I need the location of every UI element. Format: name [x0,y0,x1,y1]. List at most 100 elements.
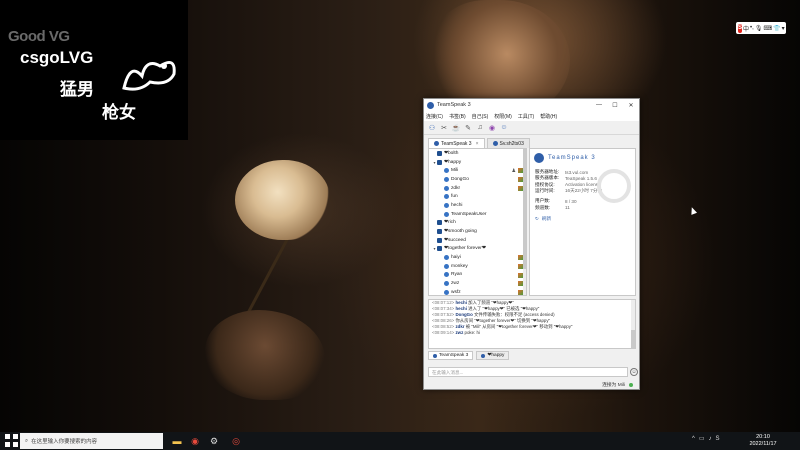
taskbar-search[interactable]: ⌕ 在这里输入你要搜索的内容 [20,433,163,449]
user-row[interactable]: zdkr [429,184,526,193]
info-value: Activation license [565,182,601,188]
disconnect-icon[interactable]: ✂ [439,123,449,133]
status-text: 连接为 Mili [602,383,625,388]
chat-tab-channel[interactable]: ❤happy [476,351,510,360]
chat-nick[interactable]: zdkr [455,324,464,329]
menu-item-0[interactable]: 连接(C) [426,113,443,120]
settings-icon[interactable]: ⚙ [208,435,220,447]
channel-icon [437,229,442,235]
minimize-button[interactable]: — [591,99,607,111]
channel-row[interactable]: ❤rich [429,219,526,228]
chat-tab-server[interactable]: TeamSpeak 3 [428,351,474,360]
tree-label: monkey [451,263,468,269]
mute-speaker-icon[interactable]: ♫ [475,123,485,133]
ime-toolbar[interactable]: S 中 •, 🎙 ⌨ 👕 ▾ [736,22,786,34]
chat-nick[interactable]: hechi [455,300,466,305]
user-row[interactable]: DongGo [429,175,526,184]
file-explorer-icon[interactable]: ▬ [171,435,183,447]
user-row[interactable]: Ryan [429,271,526,280]
start-button[interactable] [5,434,19,448]
contacts-icon[interactable]: ☺ [499,123,509,133]
logo-cn-left: 猛男 [60,80,94,100]
title-bar[interactable]: TeamSpeak 3 — ☐ ✕ [424,99,639,111]
obs-icon[interactable]: ◎ [230,435,242,447]
chat-scrollbar[interactable] [631,300,635,348]
toolbar: ⚇ ✂ ☕ ✎ ♫ ◉ ☺ [424,121,639,135]
user-row[interactable]: zwz [429,279,526,288]
network-icon[interactable]: ▭ [699,435,705,442]
ime-menu-icon[interactable]: ▾ [782,25,785,32]
channel-tab-icon [481,353,486,358]
info-key: 用户数: [535,198,551,204]
menu-item-5[interactable]: 帮助(H) [540,113,557,120]
refresh-link[interactable]: ↻ 刷新 [530,216,635,222]
tree-label: haiyi [451,255,461,261]
channel-row[interactable]: ❤bolth [429,149,526,158]
subscribe-icon[interactable]: ◉ [487,123,497,133]
chat-nick[interactable]: DongGo [455,312,472,317]
tree-label: ❤bolth [444,150,459,156]
menu-item-1[interactable]: 书签(B) [449,113,466,120]
punctuation-icon[interactable]: •, [750,25,754,31]
status-bar: 连接为 Mili [424,380,639,389]
server-icon [534,153,544,163]
server-tab-icon [434,141,439,146]
server-info-panel: TeamSpeak 3 服务器地址: ts3.vul.com 服务器版本: TeaSp… [529,148,636,296]
user-row[interactable]: TeamSpeakUser [429,210,526,219]
chat-tab-label: ❤happy [487,353,505,358]
chrome-icon[interactable]: ◉ [189,435,201,447]
chat-nick[interactable]: hechi [455,306,466,311]
mute-mic-icon[interactable]: ✎ [463,123,473,133]
away-icon[interactable]: ☕ [451,123,461,133]
user-row[interactable]: Mili ♟ [429,166,526,175]
tab-label: Sv.sh2ts03 [499,140,524,147]
volume-icon[interactable]: ♪ [709,436,712,442]
connect-icon[interactable]: ⚇ [427,123,437,133]
chat-time: <08:08:26> [432,318,455,324]
user-row[interactable]: wsfz [429,288,526,295]
skin-icon[interactable]: 👕 [773,25,780,32]
user-speaker-icon [444,202,449,208]
teamspeak-logo-icon [427,101,434,109]
channel-row[interactable]: ❤succeed [429,236,526,245]
menu-item-4[interactable]: 工具(T) [518,113,534,120]
user-speaker-icon [444,211,449,217]
user-speaker-icon [444,255,449,261]
chat-log: <08:07:12> hechi 加入了频道 "❤happy❤" <08:07:3… [428,299,636,349]
user-row[interactable]: hechi [429,201,526,210]
menu-item-3[interactable]: 权限(M) [494,113,512,120]
user-row[interactable]: monkey [429,262,526,271]
close-button[interactable]: ✕ [623,99,639,111]
tree-scrollbar[interactable] [523,149,526,295]
refresh-label: 刷新 [541,215,552,221]
logo-top-text: Good VG [8,28,70,45]
channel-row[interactable]: ▾ ❤happy [429,158,526,167]
tray-expand-icon[interactable]: ^ [692,436,695,442]
maximize-button[interactable]: ☐ [607,99,623,111]
close-tab-icon[interactable]: × [476,141,479,147]
mic-icon[interactable]: 🎙 [755,25,763,32]
ime-mode[interactable]: 中 [743,24,749,33]
tree-label: ❤together forever❤ [444,246,486,252]
chat-tab-label: TeamSpeak 3 [439,353,469,358]
channel-row[interactable]: ▾ ❤together forever❤ [429,245,526,254]
logo-cn-right: 枪女 [102,103,136,123]
ime-tray-icon[interactable]: S [716,436,720,442]
user-row[interactable]: fun [429,192,526,201]
emoji-icon[interactable]: ☺ [630,368,638,376]
channel-icon [437,220,442,226]
menu-item-2[interactable]: 自己(S) [472,113,489,120]
clock-time: 20:10 [756,434,770,440]
tab-server-2[interactable]: Sv.sh2ts03 [486,138,530,148]
channel-icon [437,246,442,252]
chat-input[interactable]: 在此输入消息... [428,367,628,377]
keyboard-icon[interactable]: ⌨ [763,25,772,32]
user-row[interactable]: haiyi [429,253,526,262]
tree-label: ❤rich [444,220,456,226]
user-speaker-icon [444,194,449,200]
tab-server-1[interactable]: TeamSpeak 3 × [428,138,485,148]
taskbar-clock[interactable]: 20:10 2022/11/17 [744,434,782,448]
teamspeak-window: TeamSpeak 3 — ☐ ✕ 连接(C) 书签(B) 自己(S) 权限(M) 工具… [423,98,640,390]
channel-row[interactable]: ❤smooth going [429,227,526,236]
sogou-icon[interactable]: S [738,23,743,33]
